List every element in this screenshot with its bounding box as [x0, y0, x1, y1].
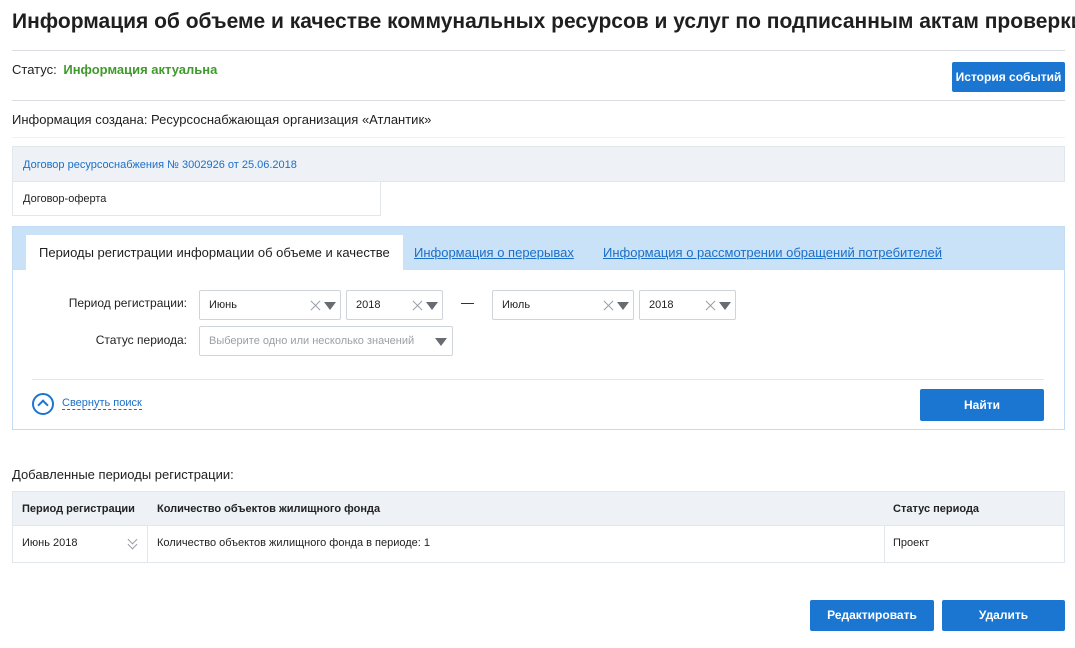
chevron-down-icon[interactable] — [324, 302, 336, 310]
from-month-value: Июнь — [209, 299, 237, 311]
status-divider — [12, 100, 1065, 101]
double-chevron-down-icon[interactable] — [126, 536, 140, 550]
created-by-text: Информация создана: Ресурсоснабжающая ор… — [12, 112, 432, 127]
find-button[interactable]: Найти — [920, 389, 1044, 421]
range-dash — [461, 303, 474, 304]
contract-header: Договор ресурсоснабжения № 3002926 от 25… — [12, 146, 1065, 182]
to-year-select[interactable]: 2018 — [639, 290, 736, 320]
collapse-search-link[interactable]: Свернуть поиск — [62, 397, 142, 410]
to-month-value: Июль — [502, 299, 531, 311]
column-divider — [147, 526, 148, 562]
chevron-down-icon[interactable] — [617, 302, 629, 310]
panel-divider — [32, 379, 1044, 380]
status-label: Статус: — [12, 62, 57, 77]
status-value: Информация актуальна — [63, 62, 218, 77]
history-button[interactable]: История событий — [952, 62, 1065, 92]
edit-button[interactable]: Редактировать — [810, 600, 934, 631]
from-year-value: 2018 — [356, 299, 381, 311]
column-header-objects: Количество объектов жилищного фонда — [157, 503, 381, 515]
clear-icon[interactable] — [308, 297, 322, 313]
row-objects: Количество объектов жилищного фонда в пе… — [157, 537, 431, 549]
clear-icon[interactable] — [601, 297, 615, 313]
row-period: Июнь 2018 — [22, 537, 78, 549]
added-periods-title: Добавленные периоды регистрации: — [12, 467, 234, 482]
clear-icon[interactable] — [703, 297, 717, 313]
table-row[interactable]: Июнь 2018 Количество объектов жилищного … — [13, 526, 1064, 562]
table-header: Период регистрации Количество объектов ж… — [13, 492, 1064, 526]
from-month-select[interactable]: Июнь — [199, 290, 341, 320]
title-divider — [12, 50, 1065, 51]
contract-link[interactable]: Договор ресурсоснабжения № 3002926 от 25… — [23, 159, 297, 171]
chevron-up-circle-icon[interactable] — [32, 393, 54, 415]
period-label: Период регистрации: — [68, 296, 187, 310]
status-period-placeholder: Выберите одно или несколько значений — [209, 335, 415, 347]
tabs-bar: Периоды регистрации информации об объеме… — [13, 227, 1064, 271]
row-status: Проект — [893, 537, 930, 549]
search-panel: Периоды регистрации информации об объеме… — [12, 226, 1065, 430]
chevron-down-icon[interactable] — [719, 302, 731, 310]
contract-type-cell: Договор-оферта — [12, 182, 381, 216]
from-year-select[interactable]: 2018 — [346, 290, 443, 320]
page-title: Информация об объеме и качестве коммунал… — [12, 10, 1075, 33]
to-year-value: 2018 — [649, 299, 674, 311]
column-header-period: Период регистрации — [22, 503, 135, 515]
chevron-down-icon[interactable] — [426, 302, 438, 310]
tab-consumer-requests[interactable]: Информация о рассмотрении обращений потр… — [603, 245, 942, 260]
to-month-select[interactable]: Июль — [492, 290, 634, 320]
chevron-down-icon[interactable] — [435, 338, 447, 346]
status-period-label: Статус периода: — [95, 333, 187, 347]
status-period-select[interactable]: Выберите одно или несколько значений — [199, 326, 453, 356]
created-divider — [12, 137, 1065, 138]
column-header-status: Статус периода — [893, 503, 980, 515]
tab-interruptions[interactable]: Информация о перерывах — [414, 245, 574, 260]
clear-icon[interactable] — [410, 297, 424, 313]
delete-button[interactable]: Удалить — [942, 600, 1065, 631]
column-divider — [884, 526, 885, 562]
tab-registration-periods[interactable]: Периоды регистрации информации об объеме… — [26, 235, 403, 271]
periods-table: Период регистрации Количество объектов ж… — [12, 491, 1065, 563]
status-line: Статус: Информация актуальна — [12, 62, 217, 77]
contract-type: Договор-оферта — [23, 193, 107, 205]
